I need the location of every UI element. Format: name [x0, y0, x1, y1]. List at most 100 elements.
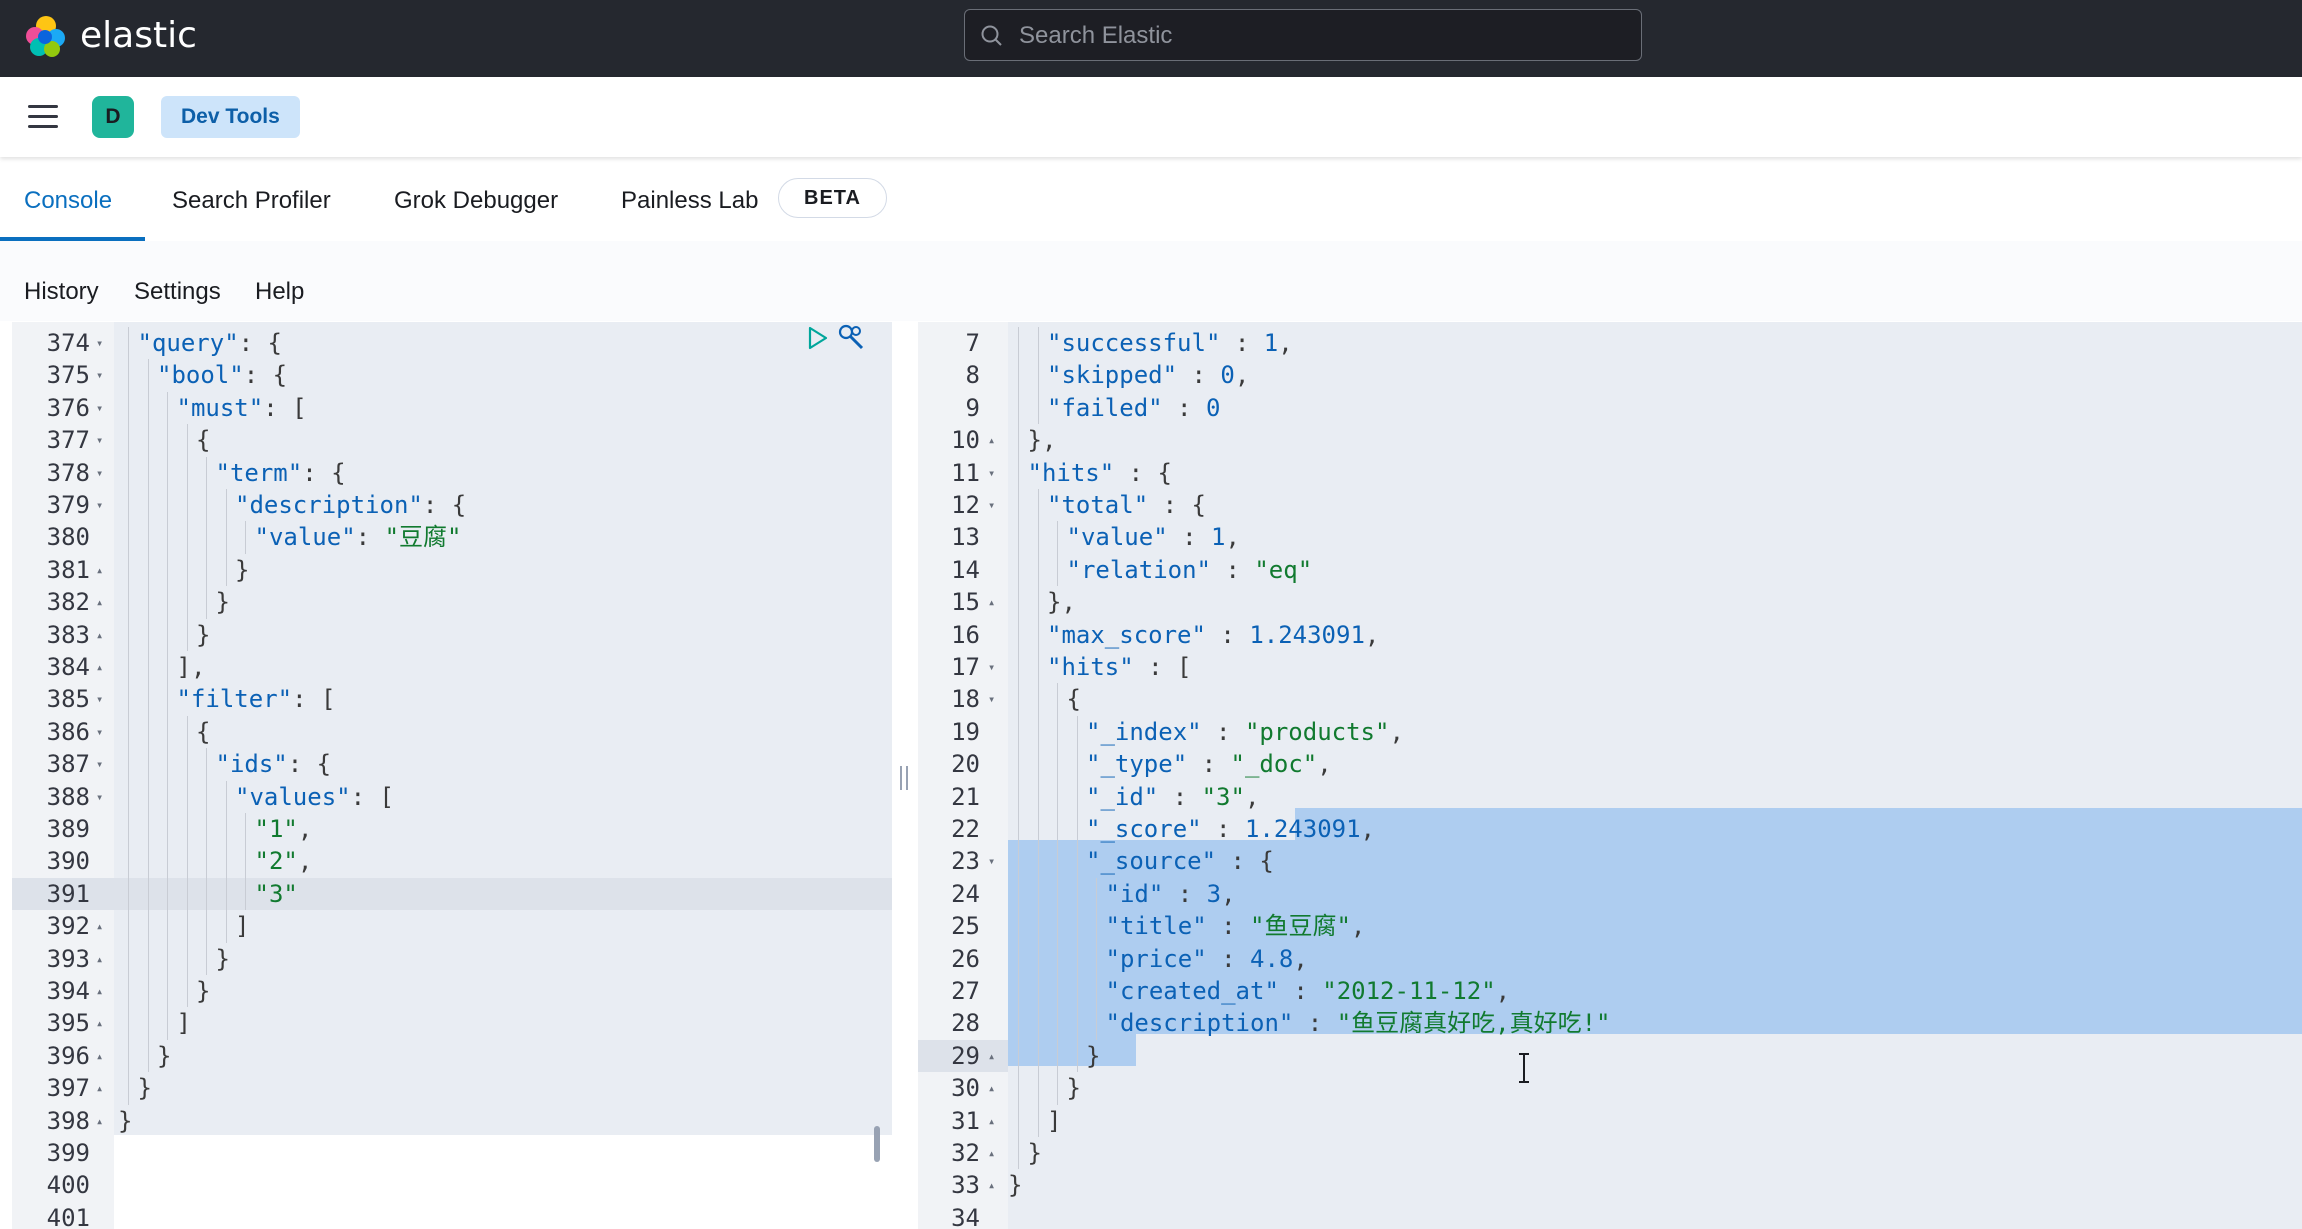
fold-close-icon[interactable]: ▴: [96, 1072, 103, 1104]
code-line[interactable]: 21 "_id" : "3",: [918, 780, 2302, 813]
space-avatar[interactable]: D: [92, 96, 134, 138]
code-line[interactable]: 34: [918, 1202, 2302, 1229]
fold-close-icon[interactable]: ▴: [988, 1137, 995, 1169]
code-line[interactable]: 20 "_type" : "_doc",: [918, 748, 2302, 781]
code-line[interactable]: 380 "value": "豆腐": [12, 521, 892, 554]
code-line[interactable]: 379 ▾ "description": {: [12, 489, 892, 522]
code-line[interactable]: 31 ▴]: [918, 1104, 2302, 1137]
code-line[interactable]: 391 "3": [12, 877, 892, 911]
fold-close-icon[interactable]: ▴: [96, 586, 103, 618]
tab-search-profiler[interactable]: Search Profiler: [172, 157, 331, 241]
fold-close-icon[interactable]: ▴: [96, 651, 103, 683]
code-line[interactable]: 11 ▾ "hits" : {: [918, 456, 2302, 489]
code-line[interactable]: 26 "price" : 4.8,: [918, 942, 2302, 975]
fold-close-icon[interactable]: ▴: [988, 1072, 995, 1104]
code-line[interactable]: 385 ▾ "filter": [: [12, 683, 892, 716]
code-line[interactable]: 25 "title" : "鱼豆腐",: [918, 910, 2302, 943]
response-editor[interactable]: 7 "successful" : 1, 8 "skipped" : 0, 9 "faile…: [918, 322, 2302, 1229]
code-line[interactable]: 384 ▴],: [12, 651, 892, 684]
fold-open-icon[interactable]: ▾: [988, 457, 995, 489]
code-line[interactable]: 381 ▴}: [12, 553, 892, 587]
fold-close-icon[interactable]: ▴: [96, 910, 103, 942]
request-scrollbar[interactable]: [874, 1126, 880, 1162]
fold-open-icon[interactable]: ▾: [96, 457, 103, 489]
fold-close-icon[interactable]: ▴: [96, 943, 103, 975]
fold-close-icon[interactable]: ▴: [96, 1105, 103, 1137]
code-line[interactable]: 388 ▾ "values": [: [12, 780, 892, 813]
code-line[interactable]: 382 ▴}: [12, 586, 892, 619]
fold-open-icon[interactable]: ▾: [988, 845, 995, 877]
fold-close-icon[interactable]: ▴: [988, 1105, 995, 1137]
fold-close-icon[interactable]: ▴: [96, 975, 103, 1007]
settings-link[interactable]: Settings: [134, 277, 221, 307]
fold-open-icon[interactable]: ▾: [96, 327, 103, 359]
code-line[interactable]: 22 "_score" : 1.243091,: [918, 813, 2302, 846]
code-line[interactable]: 9 "failed" : 0: [918, 391, 2302, 425]
code-line[interactable]: 13 "value" : 1,: [918, 521, 2302, 554]
code-line[interactable]: 375 ▾ "bool": {: [12, 359, 892, 392]
global-search-input[interactable]: Search Elastic: [964, 9, 1642, 61]
fold-open-icon[interactable]: ▾: [96, 392, 103, 424]
request-editor[interactable]: 374 ▾ "query": {375 ▾ "bool": {376 ▾ "must": […: [12, 322, 892, 1229]
fold-open-icon[interactable]: ▾: [988, 651, 995, 683]
code-line[interactable]: 397 ▴}: [12, 1072, 892, 1105]
code-line[interactable]: 389 "1",: [12, 813, 892, 846]
code-line[interactable]: 29 ▴}: [918, 1039, 2302, 1073]
tab-grok-debugger[interactable]: Grok Debugger: [394, 157, 558, 241]
code-line[interactable]: 30 ▴}: [918, 1072, 2302, 1105]
fold-close-icon[interactable]: ▴: [988, 1040, 995, 1072]
code-line[interactable]: 19 "_index" : "products",: [918, 715, 2302, 749]
code-line[interactable]: 24 "id" : 3,: [918, 877, 2302, 911]
code-line[interactable]: 27 "created_at" : "2012-11-12",: [918, 975, 2302, 1008]
code-line[interactable]: 33 ▴}: [918, 1169, 2302, 1201]
code-line[interactable]: 18 ▾ {: [918, 683, 2302, 716]
fold-open-icon[interactable]: ▾: [96, 489, 103, 521]
code-line[interactable]: 14 "relation" : "eq": [918, 553, 2302, 587]
history-link[interactable]: History: [24, 277, 99, 307]
code-line[interactable]: 15 ▴},: [918, 586, 2302, 619]
code-line[interactable]: 401: [12, 1202, 892, 1229]
code-line[interactable]: 387 ▾ "ids": {: [12, 748, 892, 781]
code-line[interactable]: 10 ▴},: [918, 424, 2302, 457]
code-line[interactable]: 394 ▴}: [12, 975, 892, 1008]
resize-handle-icon[interactable]: [900, 766, 908, 790]
code-line[interactable]: 23 ▾ "_source" : {: [918, 845, 2302, 878]
code-line[interactable]: 8 "skipped" : 0,: [918, 359, 2302, 392]
code-line[interactable]: 17 ▾ "hits" : [: [918, 651, 2302, 684]
code-line[interactable]: 386 ▾ {: [12, 715, 892, 749]
fold-open-icon[interactable]: ▾: [96, 716, 103, 748]
code-line[interactable]: 16 "max_score" : 1.243091,: [918, 618, 2302, 651]
code-line[interactable]: 390 "2",: [12, 845, 892, 878]
code-line[interactable]: 374 ▾ "query": {: [12, 327, 892, 360]
fold-open-icon[interactable]: ▾: [988, 489, 995, 521]
code-line[interactable]: 32 ▴}: [918, 1137, 2302, 1170]
code-line[interactable]: 396 ▴}: [12, 1039, 892, 1073]
fold-open-icon[interactable]: ▾: [96, 781, 103, 813]
fold-close-icon[interactable]: ▴: [988, 424, 995, 456]
fold-open-icon[interactable]: ▾: [988, 683, 995, 715]
code-line[interactable]: 393 ▴}: [12, 942, 892, 975]
fold-open-icon[interactable]: ▾: [96, 748, 103, 780]
menu-toggle-button[interactable]: [28, 105, 58, 129]
fold-open-icon[interactable]: ▾: [96, 359, 103, 391]
elastic-logo-icon[interactable]: [22, 14, 68, 60]
code-line[interactable]: 400: [12, 1169, 892, 1201]
fold-close-icon[interactable]: ▴: [96, 1040, 103, 1072]
fold-open-icon[interactable]: ▾: [96, 424, 103, 456]
breadcrumb-dev-tools[interactable]: Dev Tools: [161, 96, 300, 138]
fold-close-icon[interactable]: ▴: [988, 1169, 995, 1201]
wrench-icon[interactable]: [836, 322, 866, 352]
fold-close-icon[interactable]: ▴: [988, 586, 995, 618]
play-icon[interactable]: [807, 325, 829, 351]
code-line[interactable]: 392 ▴]: [12, 910, 892, 943]
code-line[interactable]: 383 ▴}: [12, 618, 892, 651]
code-line[interactable]: 378 ▾ "term": {: [12, 456, 892, 489]
tab-console[interactable]: Console: [24, 157, 112, 241]
code-line[interactable]: 7 "successful" : 1,: [918, 327, 2302, 360]
code-line[interactable]: 377 ▾ {: [12, 424, 892, 457]
code-line[interactable]: 395 ▴]: [12, 1007, 892, 1040]
code-line[interactable]: 376 ▾ "must": [: [12, 391, 892, 425]
code-line[interactable]: 398 ▴}: [12, 1105, 892, 1137]
fold-open-icon[interactable]: ▾: [96, 683, 103, 715]
code-line[interactable]: 399: [12, 1137, 892, 1169]
